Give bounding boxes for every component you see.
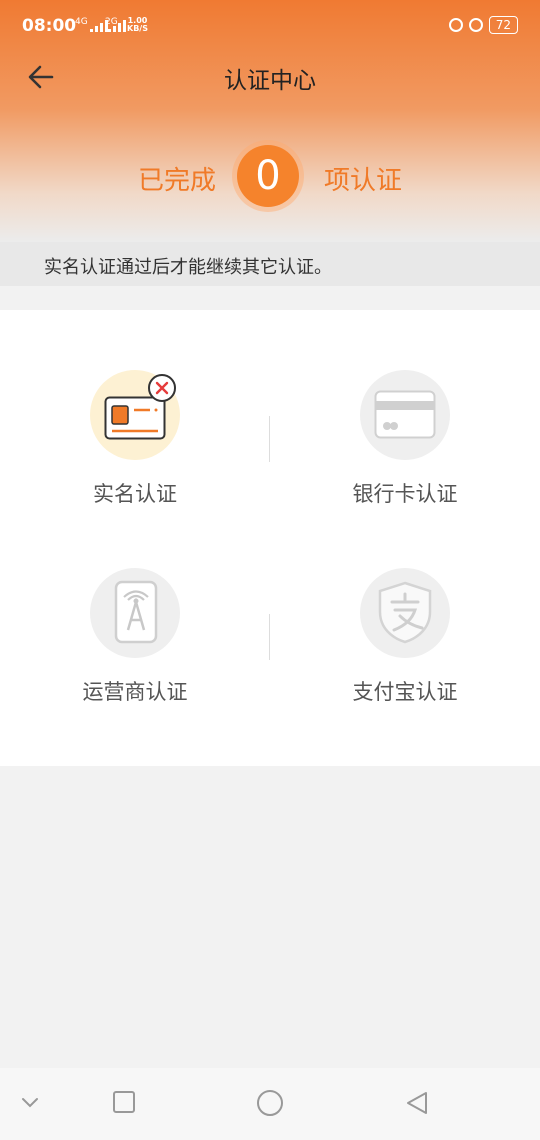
recent-apps-icon[interactable]: [112, 1090, 136, 1114]
chevron-down-icon[interactable]: [20, 1096, 40, 1110]
summary-suffix: 项认证: [324, 166, 403, 196]
page-title: 认证中心: [224, 68, 316, 94]
summary-prefix: 已完成: [137, 166, 216, 196]
home-icon[interactable]: [256, 1089, 284, 1117]
alipay-verification[interactable]: 支付宝认证: [270, 508, 540, 708]
top-bar: 认证中心: [0, 52, 540, 102]
notice-bar: 实名认证通过后才能继续其它认证。: [0, 242, 540, 286]
phone-signal-icon: [114, 580, 158, 644]
completion-summary: 已完成 0 项认证: [0, 140, 540, 212]
completed-count-badge: 0: [232, 140, 304, 212]
bank-card-verification[interactable]: 银行卡认证: [270, 310, 540, 510]
id-card-icon: [104, 396, 166, 440]
real-name-verification[interactable]: 实名认证: [0, 310, 270, 510]
alarm-icon: [468, 18, 483, 32]
signal-icon-2: [108, 20, 126, 32]
real-name-label: 实名认证: [93, 482, 177, 506]
not-verified-icon: [148, 374, 176, 402]
network-speed: 1.00 KB/S: [127, 16, 148, 33]
notice-text: 实名认证通过后才能继续其它认证。: [44, 257, 332, 278]
status-icons: 72: [448, 16, 518, 34]
verification-grid: 实名认证 银行卡认证 运营商认证 支付宝认证: [0, 310, 540, 766]
system-nav-bar: [0, 1068, 540, 1140]
lock-icon: [448, 18, 463, 32]
carrier-verification[interactable]: 运营商认证: [0, 508, 270, 708]
network-type: 4G: [75, 17, 88, 27]
bank-card-label: 银行卡认证: [352, 482, 458, 506]
back-nav-icon[interactable]: [404, 1090, 430, 1116]
alipay-label: 支付宝认证: [352, 680, 458, 704]
alipay-shield-icon: [378, 581, 432, 644]
carrier-label: 运营商认证: [82, 680, 188, 704]
bank-card-icon: [374, 390, 436, 439]
status-bar: 08:00 4G 2G 1.00 KB/S 72: [0, 0, 540, 52]
completed-count: 0: [237, 145, 299, 207]
status-time: 08:00: [22, 16, 77, 36]
battery-icon: 72: [488, 16, 518, 34]
